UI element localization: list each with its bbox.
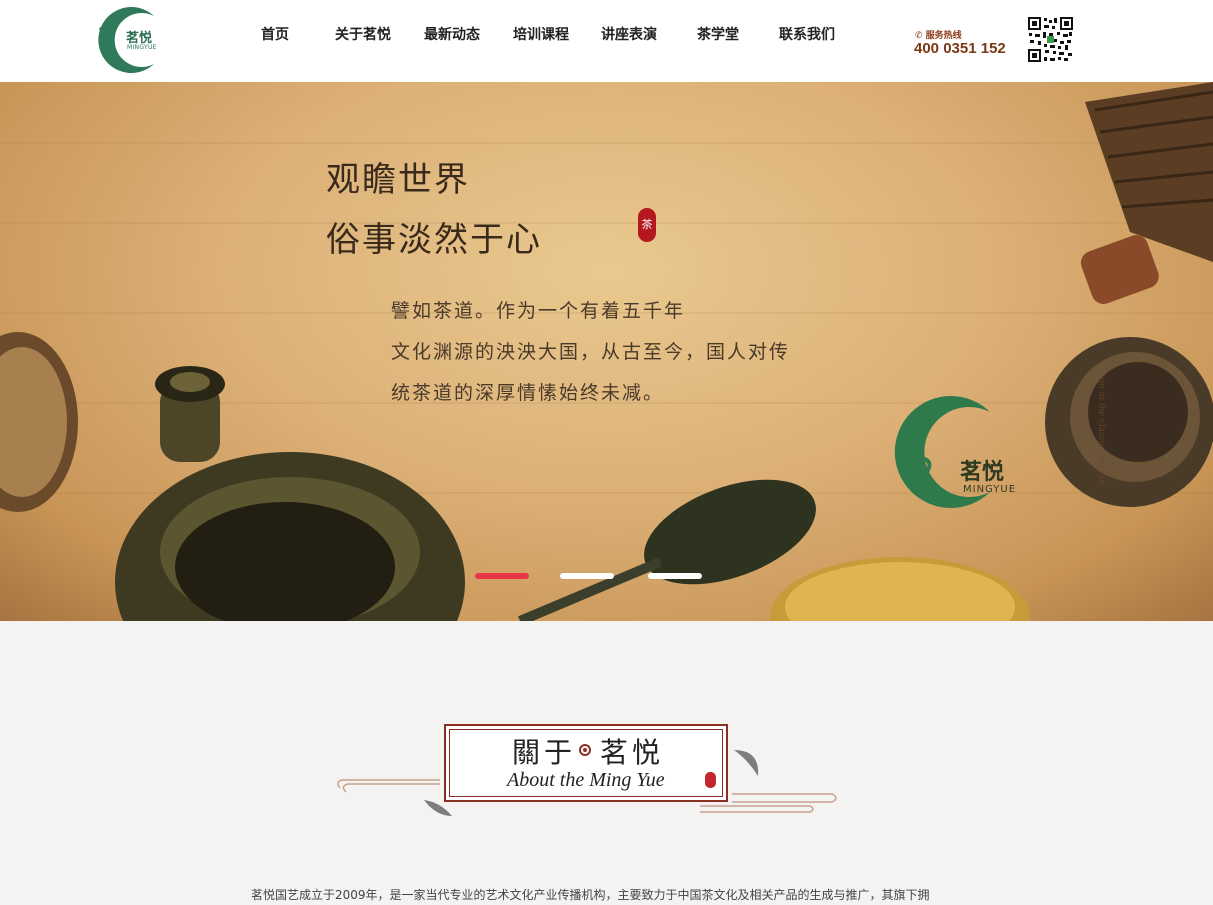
banner-paragraph-line1: 譬如茶道。作为一个有着五千年 (391, 300, 686, 322)
about-intro-text: 茗悦国艺成立于2009年，是一家当代专业的艺术文化产业传播机构，主要致力于中国茶… (251, 888, 930, 902)
banner-paragraph-line3: 统茶道的深厚情愫始终未减。 (391, 382, 665, 404)
nav-item-lectures[interactable]: 讲座表演 (601, 24, 657, 44)
site-header: 茗悦 MINGYUE 首页 关于茗悦 最新动态 培训课程 讲座表演 茶学堂 联系… (0, 0, 1213, 82)
nav-item-home[interactable]: 首页 (261, 24, 289, 44)
banner-logo-name-cn: 茗悦 (960, 460, 1005, 485)
slider-dot-1[interactable] (475, 573, 529, 579)
hotline-number[interactable]: 400 0351 152 (914, 40, 1006, 57)
slider-dot-3[interactable] (648, 573, 702, 579)
banner-title-line1: 观瞻世界 (326, 160, 470, 200)
nav-item-contact[interactable]: 联系我们 (779, 24, 835, 44)
banner-logo-name-en: MINGYUE (963, 484, 1017, 495)
nav-item-about[interactable]: 关于茗悦 (335, 24, 391, 44)
hero-banner[interactable]: 观瞻世界 俗事淡然于心 茶 譬如茶道。作为一个有着五千年 文化渊源的泱泱大国，从… (0, 82, 1213, 621)
about-title-en: About the Ming Yue (507, 769, 665, 791)
slider-dot-2[interactable] (560, 573, 614, 579)
banner-vertical-text: fon in the classic · classic (1096, 374, 1108, 487)
nav-item-training[interactable]: 培训课程 (513, 24, 569, 44)
tea-seal-icon: 茶 (638, 208, 656, 242)
about-title-cn-left: 關于 (512, 736, 577, 769)
nav-item-tea-school[interactable]: 茶学堂 (697, 24, 739, 44)
banner-title-line2: 俗事淡然于心 (326, 220, 542, 260)
slider-pagination (0, 573, 1213, 579)
banner-paragraph-line2: 文化渊源的泱泱大国，从古至今，国人对传 (391, 341, 791, 363)
about-title-cn-right: 茗悦 (600, 736, 665, 769)
about-dot-icon (579, 744, 591, 756)
qr-code-icon (1027, 16, 1074, 63)
nav-item-news[interactable]: 最新动态 (424, 24, 480, 44)
about-seal-icon (705, 772, 716, 788)
